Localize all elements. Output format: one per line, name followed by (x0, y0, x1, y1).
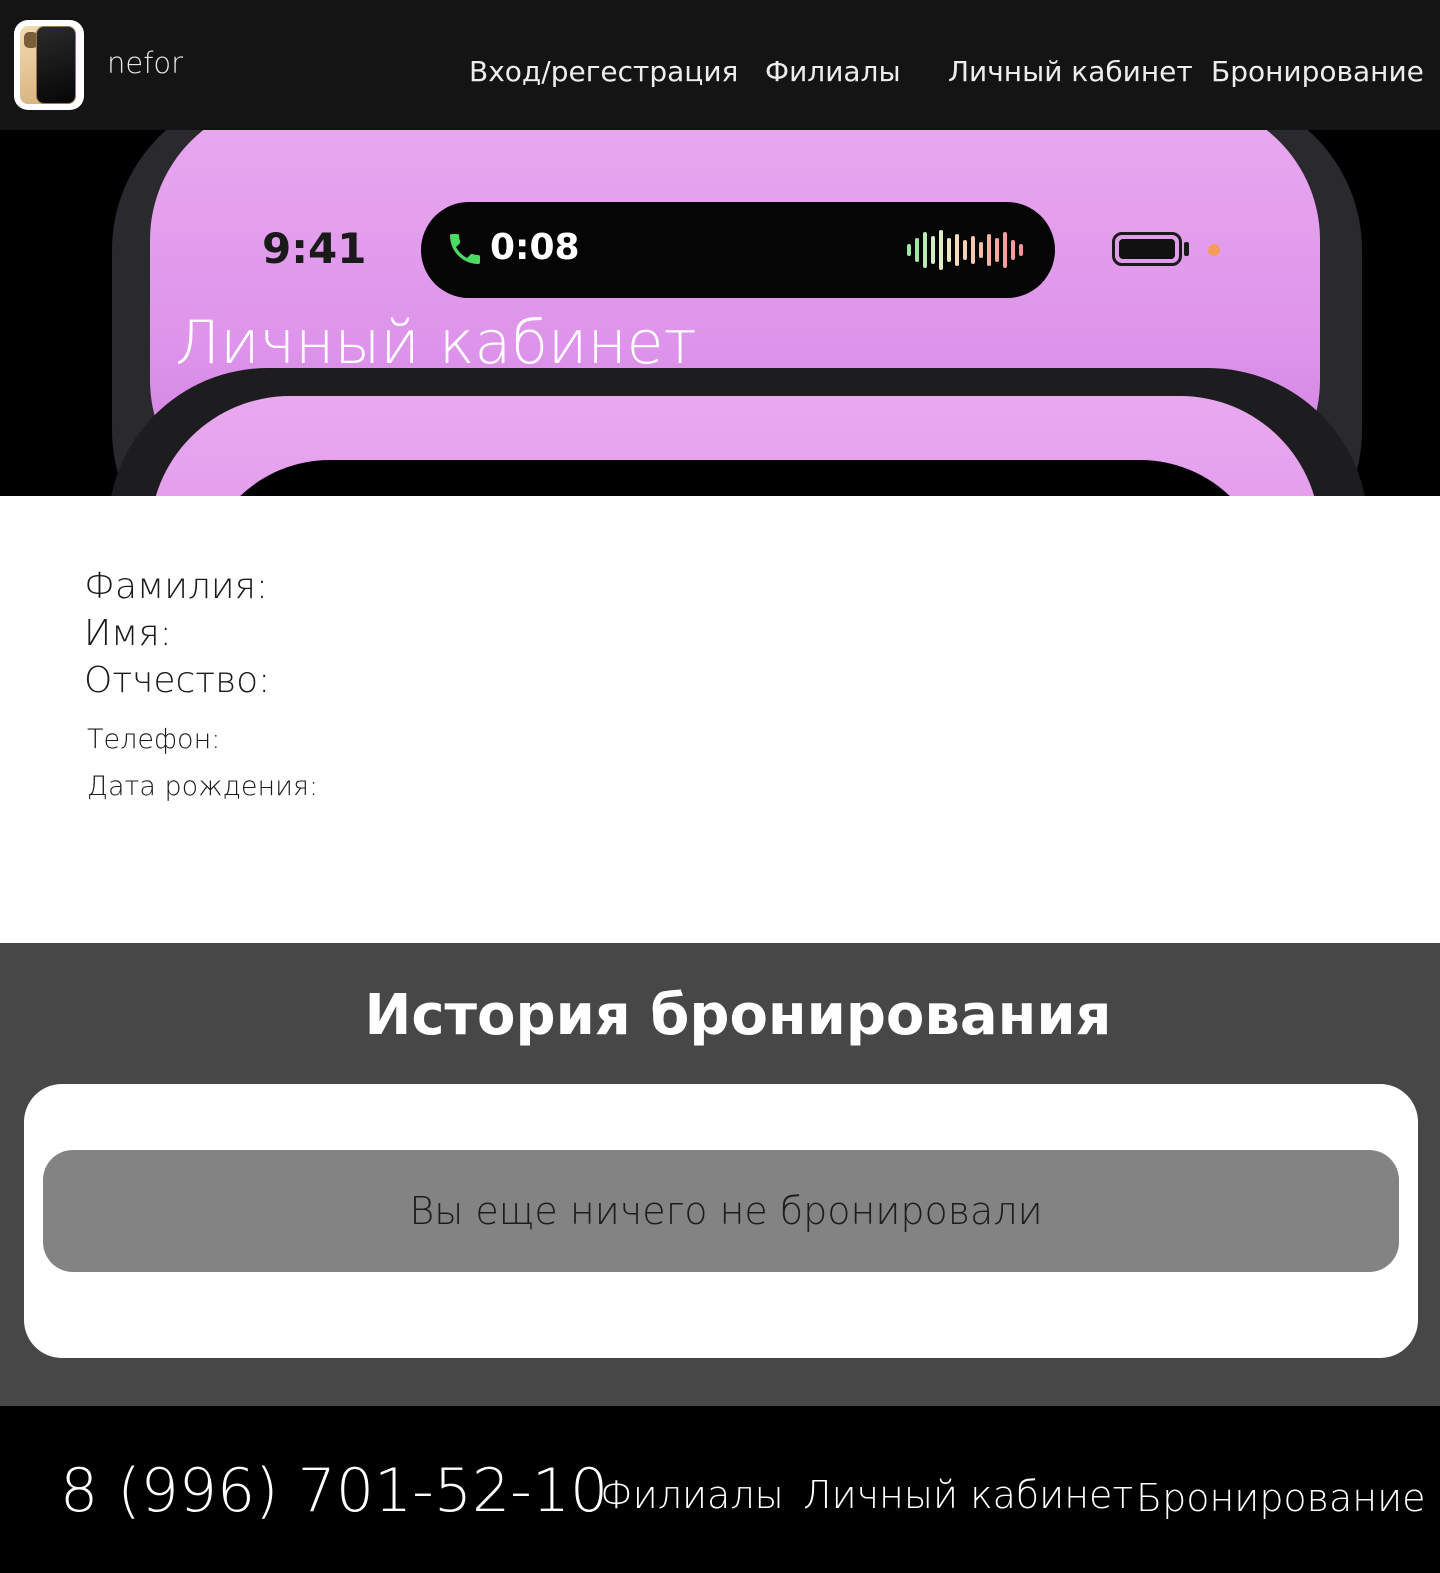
profile-section: Фамилия: Имя: Отчество: Телефон: Дата ро… (0, 496, 1440, 943)
nav-booking[interactable]: Бронирование (1211, 55, 1424, 88)
nav-branches[interactable]: Филиалы (765, 55, 901, 88)
phone-screen-bottom-dark (200, 460, 1270, 496)
brand-name[interactable]: nefor (107, 46, 183, 80)
phone-call-icon (450, 234, 480, 264)
privacy-indicator-dot (1208, 244, 1220, 256)
surname-label: Фамилия: (84, 566, 269, 607)
name-label: Имя: (84, 613, 172, 654)
booking-history-title: История бронирования (364, 983, 1112, 1048)
empty-state-message: Вы еще ничего не бронировали (409, 1189, 1043, 1233)
hero-banner: 9:41 0:08 Личный кабинет (0, 130, 1440, 496)
footer-link-booking[interactable]: Бронирование (1136, 1476, 1426, 1520)
booking-history-card: Вы еще ничего не бронировали (24, 1084, 1418, 1358)
phone-label: Телефон: (87, 724, 221, 755)
booking-history-section: История бронирования Вы еще ничего не бр… (0, 943, 1440, 1406)
patronymic-label: Отчество: (84, 660, 271, 701)
footer-link-account[interactable]: Личный кабинет (803, 1473, 1133, 1517)
site-header: nefor Вход/регестрация Филиалы Личный ка… (0, 0, 1440, 130)
call-timer: 0:08 (490, 227, 580, 268)
footer-phone-number[interactable]: 8 (996) 701-52-10 (60, 1456, 608, 1526)
battery-icon (1112, 232, 1182, 266)
page-title: Личный кабинет (175, 308, 697, 378)
audio-waveform-icon (907, 230, 1023, 270)
footer-link-branches[interactable]: Филиалы (600, 1473, 784, 1517)
site-footer: 8 (996) 701-52-10 Филиалы Личный кабинет… (0, 1406, 1440, 1573)
nav-account[interactable]: Личный кабинет (948, 55, 1193, 88)
battery-tip (1184, 242, 1189, 256)
logo-phone-black (36, 26, 76, 104)
logo-phone-image[interactable] (14, 20, 84, 110)
empty-state-banner: Вы еще ничего не бронировали (43, 1150, 1399, 1272)
birthdate-label: Дата рождения: (87, 771, 319, 802)
nav-login-register[interactable]: Вход/регестрация (469, 55, 738, 88)
status-bar-time: 9:41 (262, 224, 367, 273)
